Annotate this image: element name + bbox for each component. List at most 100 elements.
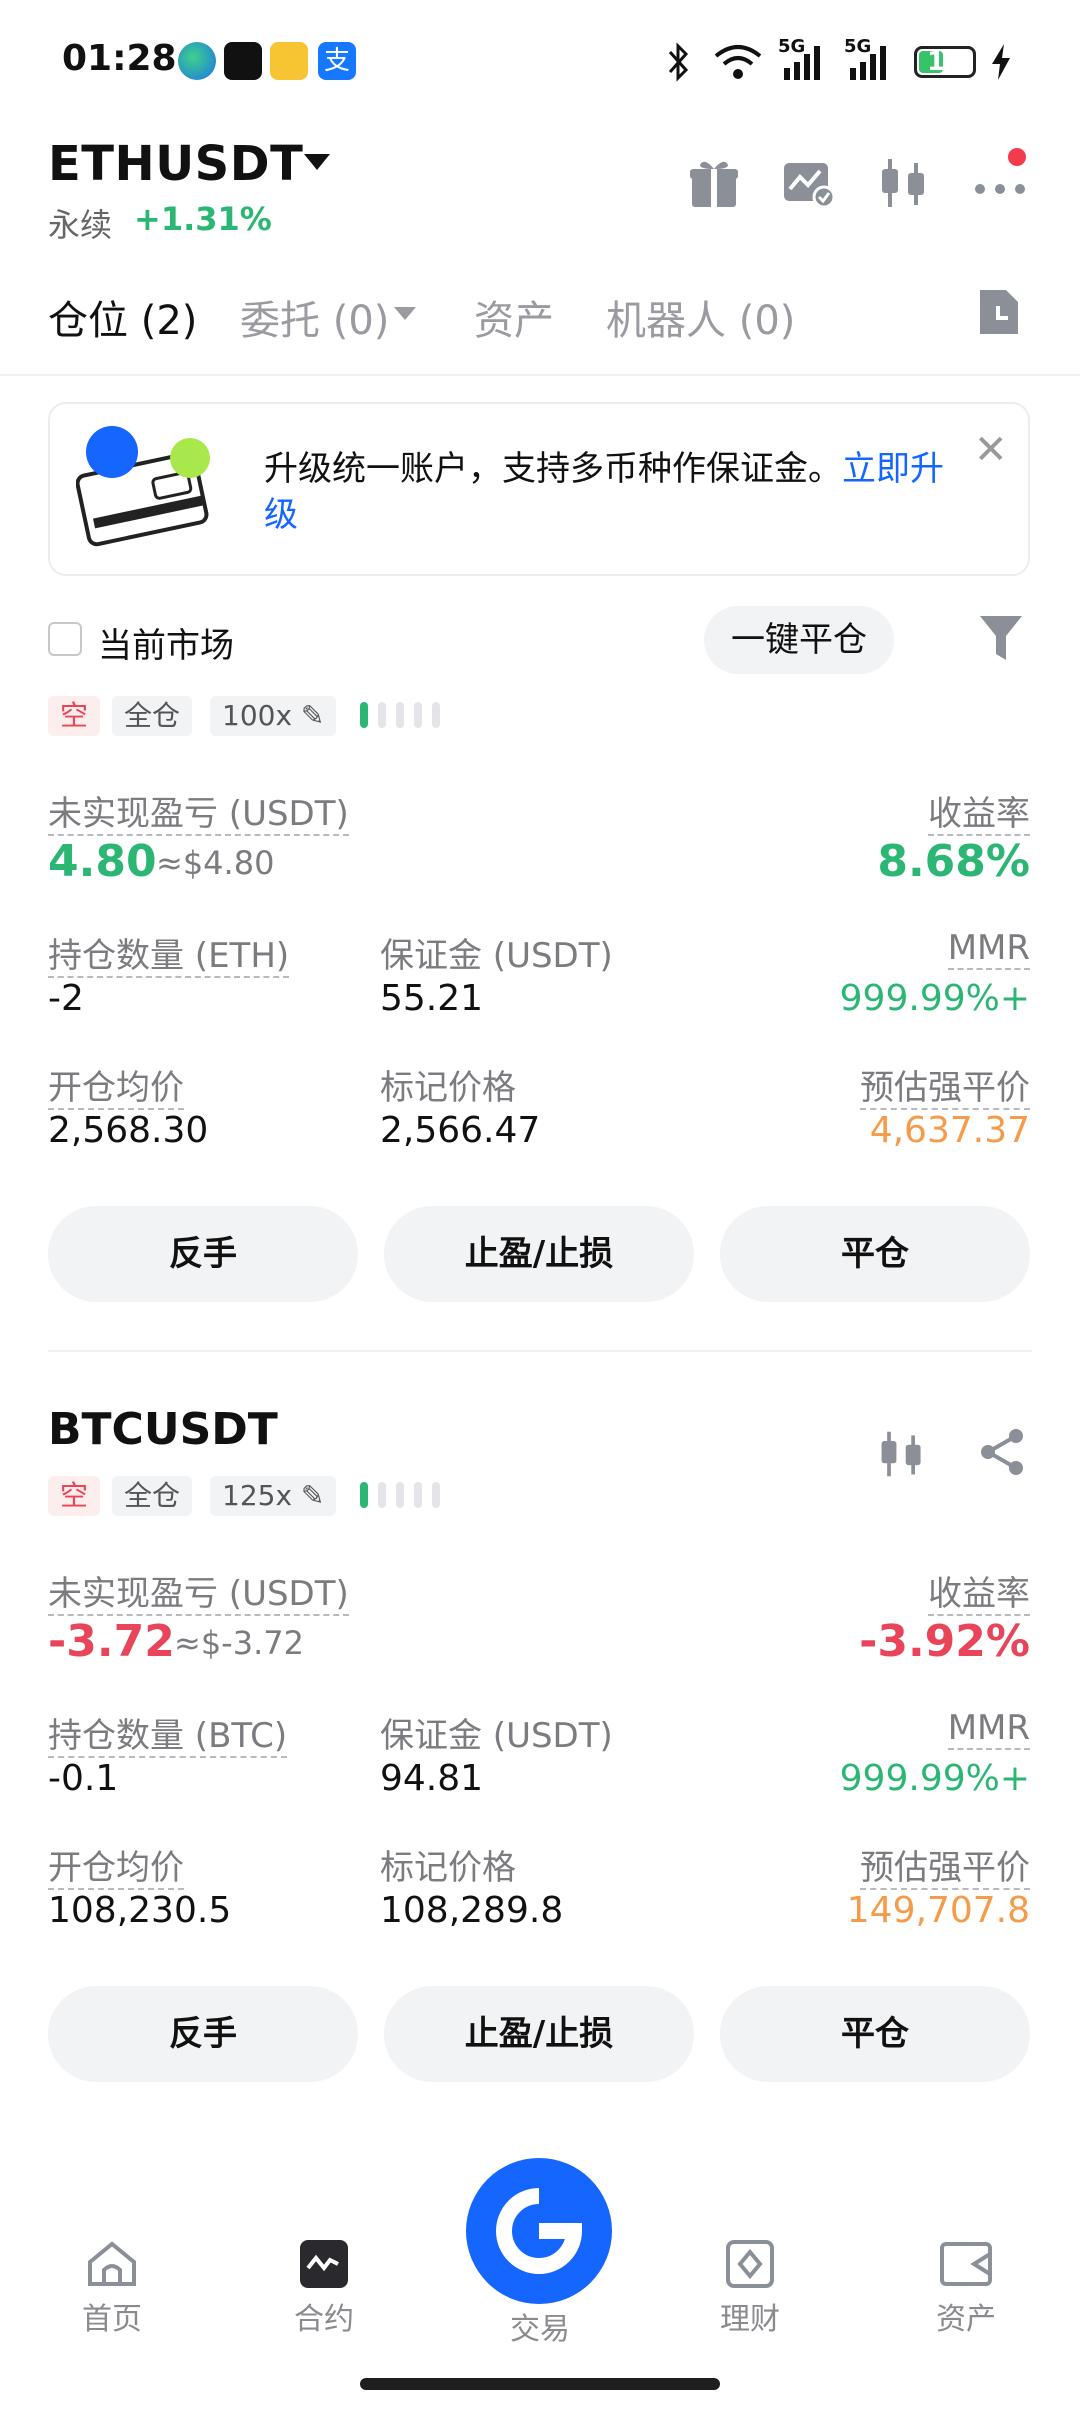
notification-dot [1008, 148, 1026, 166]
tpsl-button[interactable]: 止盈/止损 [384, 1986, 694, 2082]
liq-price-label: 预估强平价 [860, 1848, 1030, 1890]
mark-price-label: 标记价格 [380, 1068, 516, 1108]
margin-value: 94.81 [380, 1758, 484, 1799]
qty-label: 持仓数量 (BTC) [48, 1716, 288, 1758]
nav-assets-label: 资产 [936, 2302, 996, 2337]
mark-price-value: 2,566.47 [380, 1110, 541, 1151]
alipay-app-icon: 支 [318, 42, 356, 80]
signal-2-icon [850, 46, 886, 80]
pair-title[interactable]: ETHUSDT [48, 136, 303, 192]
tab-positions[interactable]: 仓位 (2) [48, 288, 197, 346]
trade-fab[interactable] [466, 2158, 612, 2304]
contract-type: 永续 [48, 206, 113, 244]
margin-mode-tag[interactable]: 全仓 [112, 1476, 193, 1516]
side-tag: 空 [48, 1476, 101, 1516]
status-bar: 01:28 支 5G 5G 12 [0, 0, 1080, 120]
margin-value: 55.21 [380, 978, 484, 1019]
roe-label: 收益率 [928, 1574, 1030, 1616]
entry-price-value: 108,230.5 [48, 1890, 232, 1931]
qty-value: -0.1 [48, 1758, 119, 1799]
battery-icon: 12 [914, 46, 976, 78]
roe-label: 收益率 [928, 794, 1030, 836]
roe-value: 8.68% [877, 836, 1030, 887]
edge-app-icon [178, 42, 216, 80]
share-icon[interactable] [976, 1426, 1028, 1478]
position-card-eth: 空 全仓 100x ✎ 未实现盈亏 (USDT) 4.80 ≈$4.80 收益率… [0, 690, 1080, 1310]
liq-price-label: 预估强平价 [860, 1068, 1030, 1110]
mmr-value: 999.99%+ [839, 1758, 1030, 1799]
qty-value: -2 [48, 978, 84, 1019]
current-market-label[interactable]: 当前市场 [98, 618, 234, 667]
signal-1-icon [784, 46, 820, 80]
unrealized-pnl-label: 未实现盈亏 (USDT) [48, 1574, 349, 1616]
unrealized-pnl-usd: ≈$-3.72 [174, 1624, 304, 1662]
filter-icon[interactable] [978, 612, 1024, 664]
roe-value: -3.92% [859, 1616, 1030, 1667]
close-all-button[interactable]: 一键平仓 [704, 606, 894, 674]
mark-price-label: 标记价格 [380, 1848, 516, 1888]
leverage-value: 100x [222, 699, 293, 732]
price-change: +1.31% [134, 200, 272, 238]
tiktok-app-icon [224, 42, 262, 80]
close-position-button[interactable]: 平仓 [720, 1986, 1030, 2082]
liq-price-value: 4,637.37 [869, 1110, 1030, 1151]
margin-label: 保证金 (USDT) [380, 1716, 613, 1756]
nav-trade-label[interactable]: 交易 [470, 2304, 610, 2348]
nav-futures[interactable]: 合约 [254, 2238, 394, 2338]
leverage-meter [360, 1482, 450, 1508]
tabs-divider [0, 374, 1080, 376]
close-position-button[interactable]: 平仓 [720, 1206, 1030, 1302]
tpsl-button[interactable]: 止盈/止损 [384, 1206, 694, 1302]
nav-earn-label: 理财 [720, 2302, 780, 2337]
nav-assets[interactable]: 资产 [896, 2238, 1036, 2338]
wallet-illustration-icon [76, 426, 210, 547]
nav-home[interactable]: 首页 [42, 2238, 182, 2338]
status-time: 01:28 [62, 38, 177, 79]
leverage-value: 125x [222, 1479, 293, 1512]
margin-mode-tag[interactable]: 全仓 [112, 696, 193, 736]
qty-label: 持仓数量 (ETH) [48, 936, 290, 978]
close-icon[interactable]: ✕ [974, 430, 1008, 470]
position-symbol[interactable]: BTCUSDT [48, 1404, 278, 1455]
tab-bots[interactable]: 机器人 (0) [606, 288, 795, 346]
mmr-value: 999.99%+ [839, 978, 1030, 1019]
candlestick-icon[interactable] [876, 1428, 928, 1480]
orders-dropdown-icon[interactable] [394, 307, 416, 320]
leverage-tag[interactable]: 125x ✎ [210, 1476, 337, 1516]
nav-earn[interactable]: 理财 [680, 2238, 820, 2338]
liq-price-value: 149,707.8 [846, 1890, 1030, 1931]
pair-dropdown-icon[interactable] [304, 154, 330, 170]
gift-icon[interactable] [686, 155, 742, 211]
trade-logo-icon [496, 2188, 583, 2274]
candlestick-icon[interactable] [876, 155, 932, 211]
charging-icon [992, 44, 1010, 80]
nav-home-label: 首页 [82, 2302, 142, 2337]
entry-price-label: 开仓均价 [48, 1848, 184, 1890]
earn-icon [726, 2240, 774, 2288]
tab-orders[interactable]: 委托 (0) [240, 288, 389, 346]
unrealized-pnl-value: 4.80 [48, 836, 157, 887]
nav-futures-label: 合约 [294, 2302, 354, 2337]
battery-level: 12 [927, 47, 964, 77]
mark-price-value: 108,289.8 [380, 1890, 564, 1931]
wifi-icon [714, 45, 762, 79]
unrealized-pnl-value: -3.72 [48, 1616, 175, 1667]
banner-message: 升级统一账户，支持多币种作保证金。立即升级 [264, 446, 964, 538]
tab-assets[interactable]: 资产 [474, 288, 554, 346]
mmr-label: MMR [947, 1708, 1030, 1750]
current-market-checkbox[interactable] [48, 622, 82, 656]
reverse-button[interactable]: 反手 [48, 1206, 358, 1302]
banner-text: 升级统一账户，支持多币种作保证金。 [264, 449, 842, 489]
leverage-meter [360, 702, 450, 728]
mmr-label: MMR [947, 928, 1030, 970]
margin-label: 保证金 (USDT) [380, 936, 613, 976]
side-tag: 空 [48, 696, 101, 736]
chart-alert-icon[interactable] [780, 155, 836, 211]
position-divider [48, 1350, 1032, 1352]
history-icon[interactable] [976, 286, 1022, 338]
unrealized-pnl-label: 未实现盈亏 (USDT) [48, 794, 349, 836]
home-indicator[interactable] [360, 2378, 720, 2390]
reverse-button[interactable]: 反手 [48, 1986, 358, 2082]
leverage-tag[interactable]: 100x ✎ [210, 696, 337, 736]
futures-icon [300, 2240, 348, 2288]
